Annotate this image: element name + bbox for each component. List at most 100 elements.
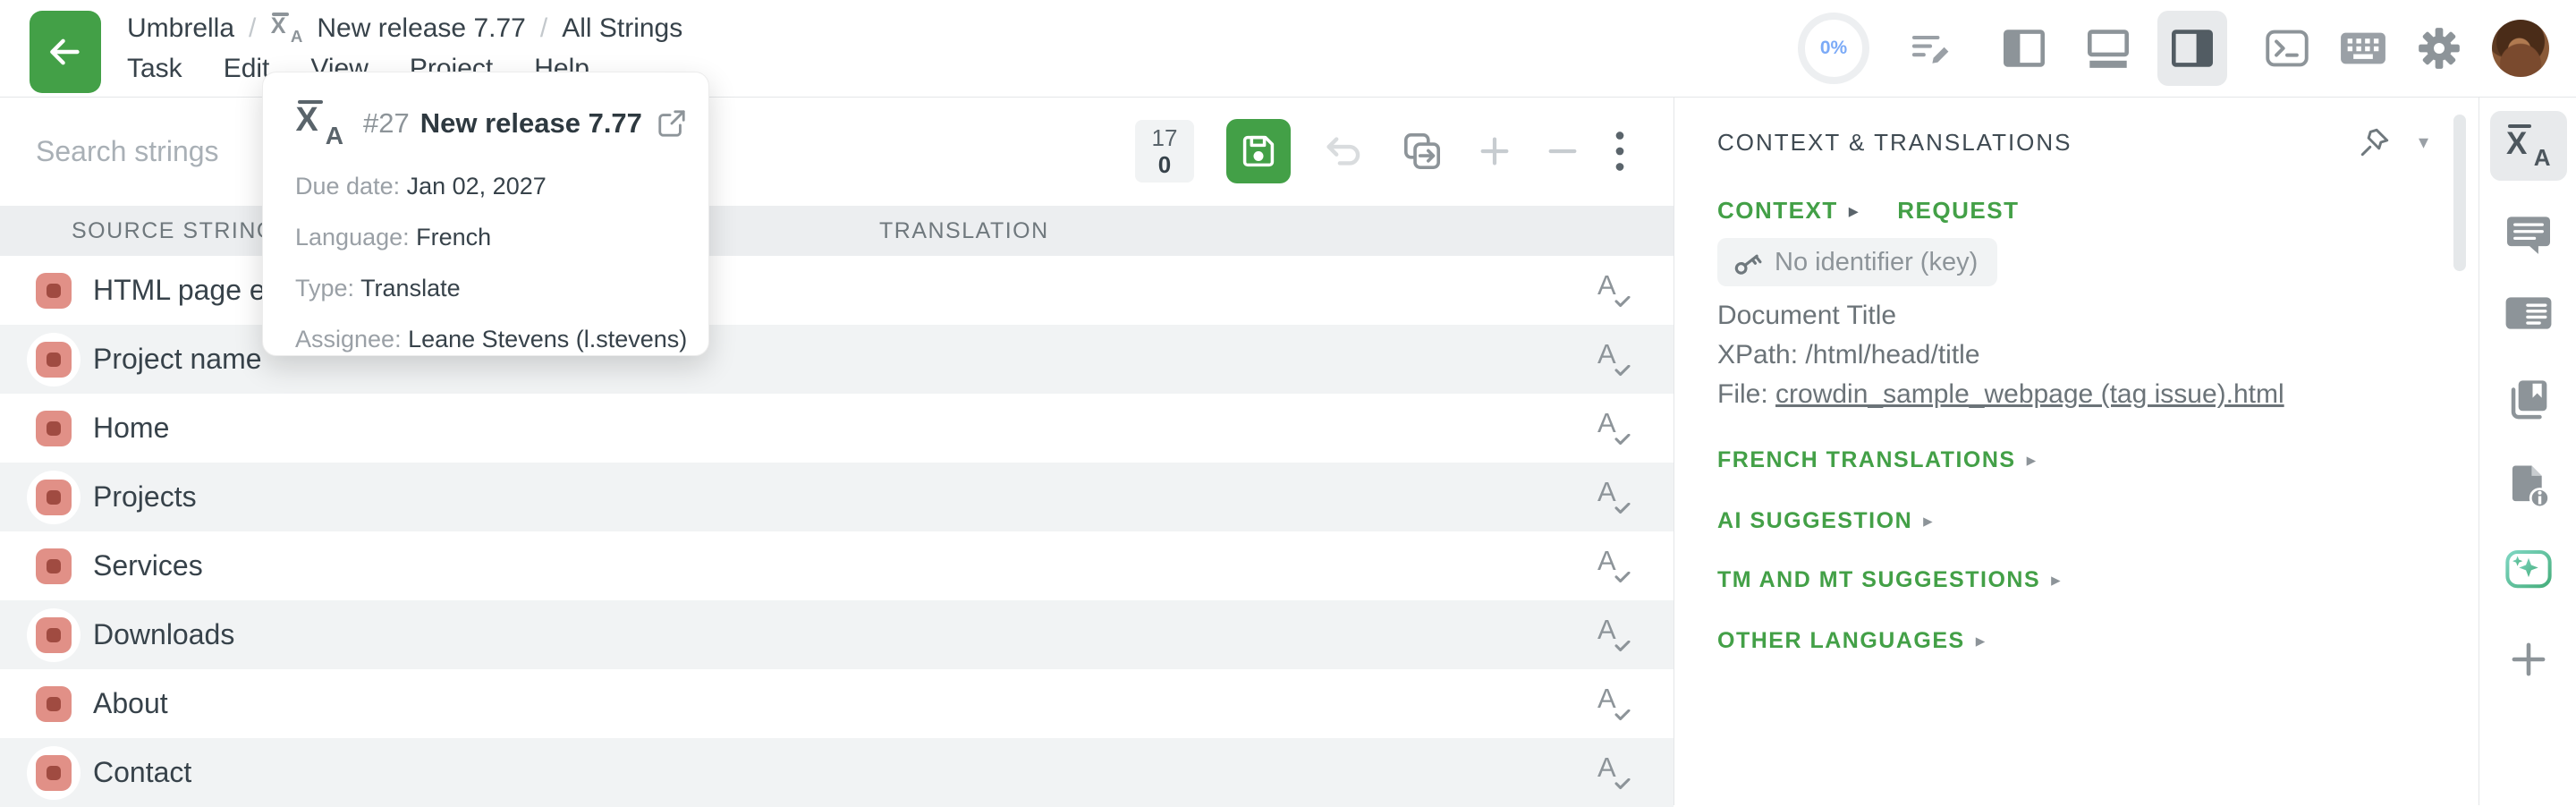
xa-x-glyph: X [2506, 128, 2527, 159]
string-identifier-pill: No identifier (key) [1717, 238, 1997, 286]
a-glyph: A [1597, 409, 1616, 437]
status-halo [27, 264, 80, 318]
rail-translations-button[interactable]: X A [2490, 111, 2567, 181]
undo-button[interactable] [1323, 132, 1368, 171]
unpin-icon[interactable] [2358, 125, 2392, 159]
source-string-text: Project name [93, 343, 262, 376]
untranslated-status-icon [36, 342, 72, 378]
rail-file-info-button[interactable] [2505, 462, 2552, 508]
string-row[interactable]: Contact A [0, 738, 1674, 807]
untranslated-status-icon [36, 686, 72, 722]
string-row[interactable]: Projects A [0, 463, 1674, 531]
layout-right-panel-button[interactable] [2157, 11, 2227, 86]
a-check-icon: A [1597, 478, 1633, 517]
plus-button[interactable] [1477, 133, 1513, 169]
external-link-icon[interactable] [657, 108, 687, 139]
context-caret-icon: ▸ [1849, 200, 1860, 223]
string-row[interactable]: Project name A [0, 325, 1674, 394]
task-title: New release 7.77 [420, 107, 642, 140]
translate-icon: X A [2506, 123, 2551, 168]
progress-label: 0% [1820, 38, 1847, 59]
keyboard-icon [2340, 30, 2386, 66]
more-options-button[interactable] [1613, 130, 1627, 173]
section-tm-mt-suggestions[interactable]: TM AND MT SUGGESTIONS ▸ [1717, 567, 2428, 593]
string-list: HTML page exa A Project name A Home A Pr… [0, 256, 1674, 807]
external-link-glyph [657, 108, 687, 139]
section-ai-suggestion[interactable]: AI SUGGESTION ▸ [1717, 508, 2428, 534]
source-string-column-header: SOURCE STRING [72, 218, 275, 244]
string-row[interactable]: Downloads A [0, 600, 1674, 669]
menu-item-task[interactable]: Task [127, 54, 182, 84]
copy-source-button[interactable] [1400, 129, 1445, 174]
search-toolbar-row: 17 0 [0, 97, 1674, 206]
untranslated-status-icon [36, 480, 72, 515]
string-row[interactable]: HTML page exa A [0, 256, 1674, 325]
popover-field: Due date: Jan 02, 2027 [295, 171, 676, 201]
file-link[interactable]: crowdin_sample_webpage (tag issue).html [1775, 379, 2284, 409]
untranslated-status-icon [36, 273, 72, 309]
layout-right-icon [2169, 28, 2216, 69]
xa-x-glyph: X [271, 15, 286, 38]
a-glyph: A [1597, 478, 1616, 505]
context-section-toggle[interactable]: CONTEXT [1717, 197, 1838, 225]
string-counter: 17 0 [1135, 120, 1194, 183]
breadcrumb-project[interactable]: Umbrella [127, 13, 234, 44]
rail-comments-button[interactable] [2504, 213, 2553, 256]
console-button[interactable] [2265, 28, 2309, 69]
context-panel-header: CONTEXT & TRANSLATIONS ▾ [1717, 125, 2428, 159]
popover-field-label: Language: [295, 224, 410, 251]
layout-toggle-group [1989, 11, 2227, 86]
popover-field-value: Jan 02, 2027 [407, 173, 547, 200]
request-context-link[interactable]: REQUEST [1897, 197, 2019, 225]
document-info-icon [2505, 462, 2552, 508]
rail-add-panel-button[interactable] [2508, 639, 2549, 680]
context-panel-title: CONTEXT & TRANSLATIONS [1717, 129, 2072, 157]
file-label: File: [1717, 379, 1775, 409]
user-avatar[interactable] [2492, 20, 2549, 77]
panel-scrollbar-thumb[interactable] [2453, 115, 2466, 271]
back-button[interactable] [30, 11, 101, 93]
source-string-text: Home [93, 412, 169, 445]
status-halo [27, 608, 80, 662]
xa-x-glyph: X [296, 104, 318, 138]
check-glyph [1614, 296, 1631, 309]
keyboard-shortcuts-button[interactable] [2340, 30, 2386, 66]
task-popover: X A #27 New release 7.77 Due date: Jan 0… [262, 72, 709, 356]
a-glyph: A [1597, 616, 1616, 643]
layout-bottom-panel-button[interactable] [2073, 11, 2143, 86]
popover-field-label: Assignee: [295, 326, 402, 353]
a-glyph: A [1597, 753, 1616, 781]
minus-button[interactable] [1545, 133, 1580, 169]
string-row[interactable]: Services A [0, 531, 1674, 600]
rail-ai-assistant-button[interactable] [2504, 546, 2553, 590]
status-halo [27, 746, 80, 800]
layout-left-panel-button[interactable] [1989, 11, 2059, 86]
translation-progress-indicator[interactable]: 0% [1798, 13, 1869, 84]
string-row[interactable]: About A [0, 669, 1674, 738]
check-glyph [1614, 434, 1631, 446]
strings-panel: 17 0 SOURCE STRING TRANSLAT [0, 97, 1674, 805]
popover-field-value: Leane Stevens (l.stevens) [408, 326, 687, 353]
panel-collapse-caret-icon[interactable]: ▾ [2419, 131, 2428, 154]
string-row[interactable]: Home A [0, 394, 1674, 463]
breadcrumb-section[interactable]: All Strings [562, 13, 682, 44]
draft-edit-button[interactable] [1909, 27, 1952, 70]
breadcrumb: Umbrella / X A New release 7.77 / All St… [127, 13, 682, 45]
rail-pages-bookmark-button[interactable] [2505, 378, 2552, 424]
section-label: AI SUGGESTION [1717, 508, 1912, 534]
section-other-languages[interactable]: OTHER LANGUAGES ▸ [1717, 628, 2428, 654]
popover-field: Type: Translate [295, 273, 676, 303]
rail-string-details-button[interactable] [2504, 294, 2554, 332]
breadcrumb-task[interactable]: New release 7.77 [317, 13, 525, 44]
status-halo [27, 677, 80, 731]
translate-task-icon: X A [295, 99, 343, 148]
key-icon [1730, 246, 1762, 278]
breadcrumb-separator: / [249, 13, 256, 44]
save-button[interactable] [1226, 119, 1291, 183]
popover-field-value: French [416, 224, 491, 251]
section-french-translations[interactable]: FRENCH TRANSLATIONS ▸ [1717, 447, 2428, 473]
settings-button[interactable] [2417, 26, 2462, 71]
status-halo [27, 333, 80, 387]
a-check-icon: A [1597, 340, 1633, 379]
task-id: #27 [363, 107, 410, 140]
